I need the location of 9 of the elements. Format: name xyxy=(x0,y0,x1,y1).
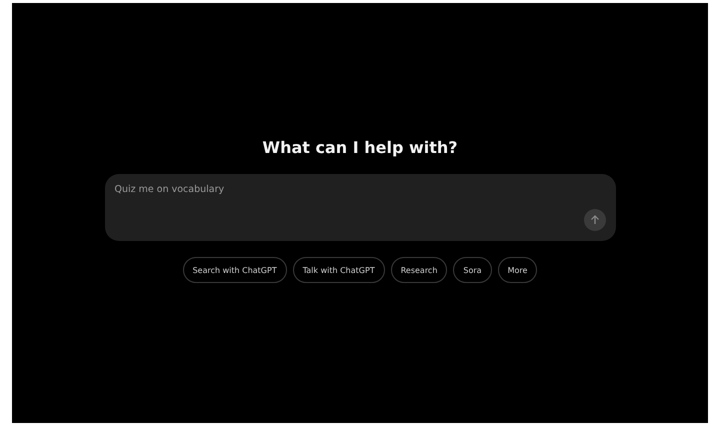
suggestion-chip[interactable]: More xyxy=(498,257,538,283)
suggestion-chip[interactable]: Sora xyxy=(453,257,492,283)
arrow-up-icon xyxy=(590,215,600,225)
suggestion-chip[interactable]: Talk with ChatGPT xyxy=(292,257,385,283)
suggestion-chip[interactable]: Research xyxy=(390,257,448,283)
send-button[interactable] xyxy=(584,209,606,231)
prompt-field[interactable]: Quiz me on vocabulary xyxy=(114,184,414,195)
heading: What can I help with? xyxy=(262,137,458,159)
suggestion-chip[interactable]: Search with ChatGPT xyxy=(182,257,287,283)
